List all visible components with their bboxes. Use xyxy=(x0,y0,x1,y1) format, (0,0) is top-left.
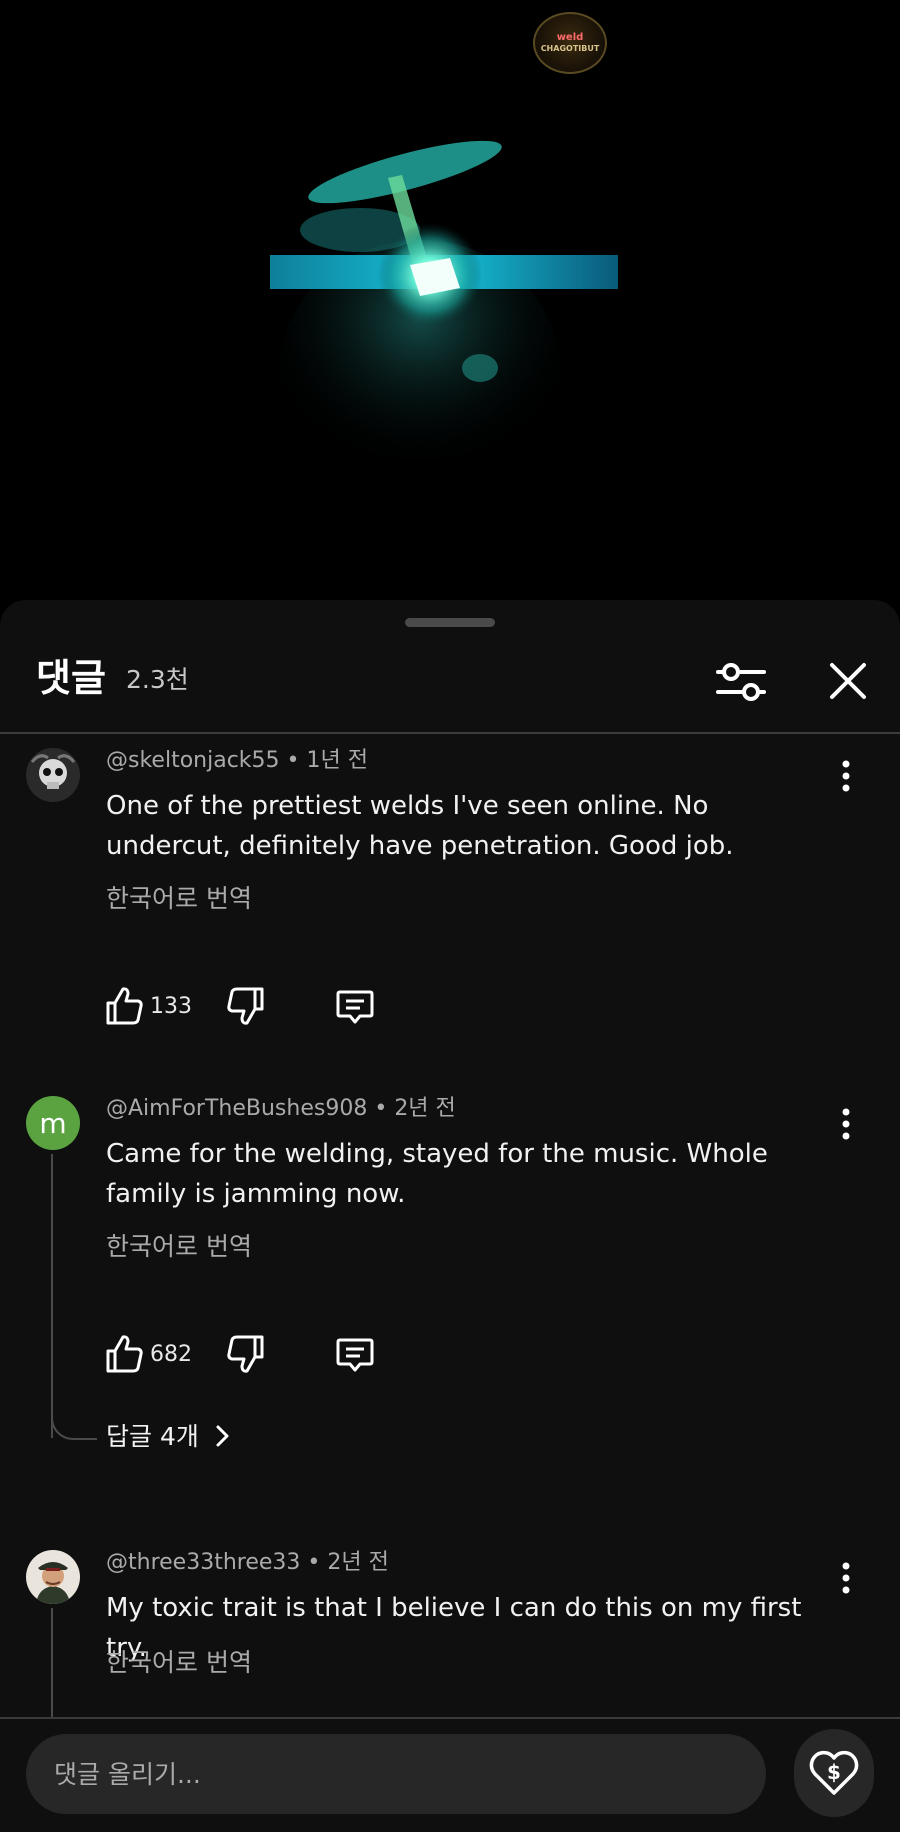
comment-time: 1년 전 xyxy=(306,748,368,773)
meta-separator: • xyxy=(374,1096,395,1121)
sliders-icon xyxy=(716,663,766,701)
comment-actions: 682 xyxy=(104,1332,404,1380)
skull-avatar-icon xyxy=(26,748,80,802)
avatar[interactable]: m xyxy=(26,1096,80,1150)
reply-button[interactable] xyxy=(334,984,376,1028)
sheet-drag-handle[interactable] xyxy=(405,618,495,627)
comment-time: 2년 전 xyxy=(327,1550,389,1575)
thumbs-down-icon xyxy=(227,1335,264,1373)
thread-curve xyxy=(51,1412,97,1440)
avatar[interactable] xyxy=(26,1550,80,1604)
comment-reply-icon xyxy=(336,1338,374,1372)
like-button[interactable] xyxy=(104,984,146,1028)
translate-button[interactable]: 한국어로 번역 xyxy=(106,884,252,914)
like-button[interactable] xyxy=(104,1332,146,1376)
like-count: 133 xyxy=(150,994,192,1019)
chevron-right-icon xyxy=(216,1425,229,1447)
comment-meta: @AimForTheBushes908 • 2년 전 xyxy=(106,1096,456,1122)
close-comments-button[interactable] xyxy=(822,658,874,704)
thumbs-up-icon xyxy=(106,1335,143,1373)
close-icon xyxy=(830,663,866,699)
translate-button[interactable]: 한국어로 번역 xyxy=(106,1648,252,1678)
channel-watermark-line1: weld xyxy=(556,32,584,43)
welding-video-frame xyxy=(270,140,618,500)
comment-text: Came for the welding, stayed for the mus… xyxy=(106,1139,768,1209)
thumbs-down-icon xyxy=(227,987,264,1025)
comment-reply-icon xyxy=(336,990,374,1024)
comments-sheet: 댓글 2.3천 @skeltonjack55 • 1년 전 One of the… xyxy=(0,600,900,1832)
reply-button[interactable] xyxy=(334,1332,376,1376)
comments-count: 2.3천 xyxy=(126,665,189,694)
thumbs-up-icon xyxy=(106,987,143,1025)
comments-header: 댓글 2.3천 xyxy=(0,658,900,734)
channel-watermark: weld CHAGOTIBUT xyxy=(533,12,607,74)
comment-list[interactable]: @skeltonjack55 • 1년 전 One of the prettie… xyxy=(0,734,900,1759)
comments-title: 댓글 xyxy=(36,656,106,700)
meta-separator: • xyxy=(307,1550,328,1575)
channel-watermark-line2: CHAGOTIBUT xyxy=(540,44,600,53)
super-thanks-button[interactable]: $ xyxy=(794,1729,874,1817)
heart-dollar-icon: $ xyxy=(809,1750,859,1795)
dislike-button[interactable] xyxy=(224,984,266,1028)
comment-text: One of the prettiest welds I've seen onl… xyxy=(106,791,734,861)
add-comment-input[interactable] xyxy=(26,1734,766,1814)
comment-meta: @three33three33 • 2년 전 xyxy=(106,1550,389,1576)
translate-button[interactable]: 한국어로 번역 xyxy=(106,1232,252,1262)
view-replies-link[interactable]: 답글 4개 xyxy=(106,1422,233,1452)
svg-text:$: $ xyxy=(827,1760,841,1784)
avatar[interactable] xyxy=(26,748,80,802)
meta-separator: • xyxy=(286,748,307,773)
video-player[interactable]: weld CHAGOTIBUT xyxy=(0,0,900,600)
comment-composer: $ xyxy=(0,1719,900,1832)
comment-time: 2년 전 xyxy=(394,1096,456,1121)
comment-author[interactable]: @skeltonjack55 xyxy=(106,748,280,773)
comment-actions: 133 xyxy=(104,984,404,1032)
person-avatar-icon xyxy=(26,1550,80,1604)
comment-meta: @skeltonjack55 • 1년 전 xyxy=(106,748,368,774)
thread-line xyxy=(51,1154,53,1438)
dislike-button[interactable] xyxy=(224,1332,266,1376)
sort-filter-button[interactable] xyxy=(714,658,768,704)
comment-author[interactable]: @AimForTheBushes908 xyxy=(106,1096,367,1121)
like-count: 682 xyxy=(150,1342,192,1367)
comment-author[interactable]: @three33three33 xyxy=(106,1550,300,1575)
replies-count-label: 답글 4개 xyxy=(106,1422,199,1451)
